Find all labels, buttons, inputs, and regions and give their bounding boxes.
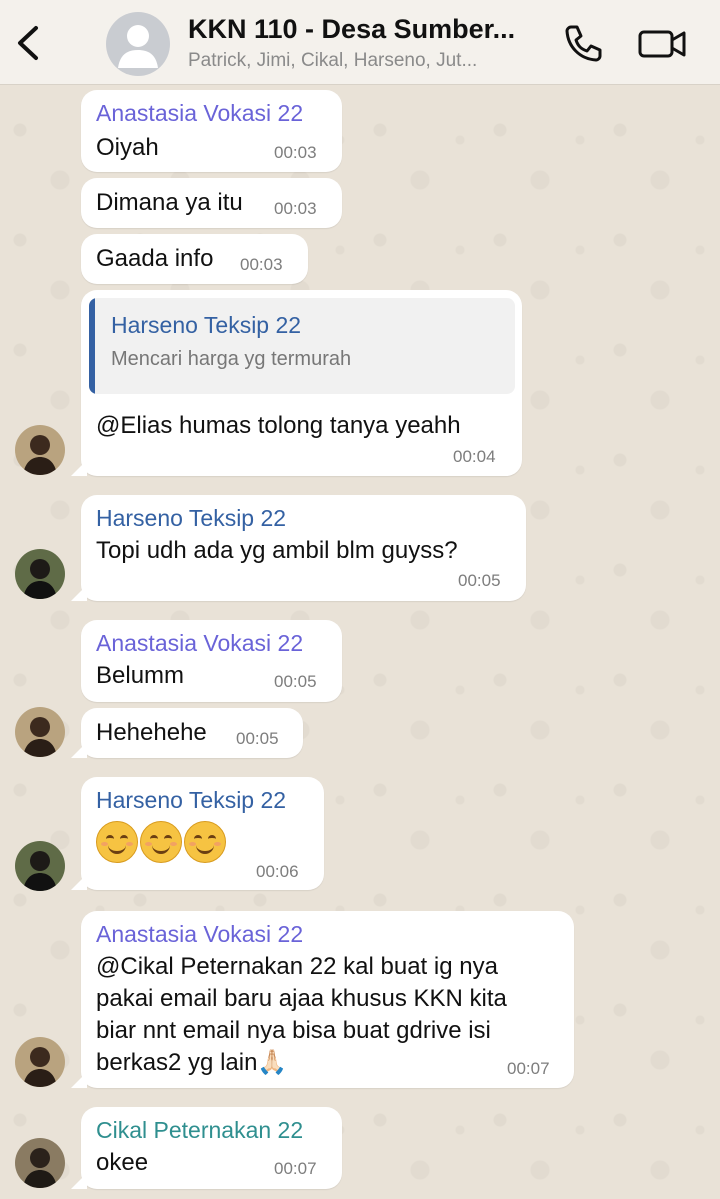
group-placeholder-icon bbox=[118, 25, 158, 68]
sender-name[interactable]: Cikal Peternakan 22 bbox=[96, 1117, 303, 1144]
message-bubble[interactable]: Anastasia Vokasi 22 @Cikal Peternakan 22… bbox=[71, 911, 574, 1088]
message-time: 00:07 bbox=[507, 1059, 550, 1078]
message-line: @Cikal Peternakan 22 kal buat ig nya bbox=[96, 953, 498, 980]
sender-name[interactable]: Anastasia Vokasi 22 bbox=[96, 100, 303, 127]
avatar[interactable] bbox=[15, 425, 65, 475]
video-camera-icon bbox=[638, 30, 686, 58]
smiling-face-icon bbox=[140, 821, 182, 863]
group-avatar[interactable] bbox=[106, 12, 170, 76]
message-time: 00:05 bbox=[458, 571, 501, 590]
message-time: 00:05 bbox=[274, 672, 317, 691]
video-call-button[interactable] bbox=[636, 24, 688, 64]
message-bubble[interactable]: Anastasia Vokasi 22 Oiyah 00:03 bbox=[81, 90, 342, 172]
avatar[interactable] bbox=[15, 549, 65, 599]
quoted-message[interactable]: Harseno Teksip 22 Mencari harga yg termu… bbox=[89, 298, 515, 394]
smiling-face-icon bbox=[184, 821, 226, 863]
message-time: 00:06 bbox=[256, 862, 299, 881]
avatar[interactable] bbox=[15, 707, 65, 757]
user-photo-icon bbox=[15, 707, 65, 757]
sender-name[interactable]: Harseno Teksip 22 bbox=[96, 505, 286, 532]
voice-call-button[interactable] bbox=[562, 22, 604, 64]
message-text: Topi udh ada yg ambil blm guyss? bbox=[96, 537, 458, 564]
message-time: 00:03 bbox=[274, 143, 317, 162]
phone-icon bbox=[565, 25, 602, 62]
message-bubble[interactable]: Dimana ya itu 00:03 bbox=[81, 178, 342, 228]
message-bubble[interactable]: Cikal Peternakan 22 okee 00:07 bbox=[71, 1107, 342, 1189]
avatar[interactable] bbox=[15, 1037, 65, 1087]
message-text: @Elias humas tolong tanya yeahh bbox=[96, 412, 461, 439]
message-line: berkas2 yg lain🙏🏻 bbox=[96, 1049, 288, 1076]
message-bubble[interactable]: Harseno Teksip 22 00:06 bbox=[71, 777, 324, 890]
message-bubble[interactable]: Harseno Teksip 22 Mencari harga yg termu… bbox=[71, 290, 522, 476]
chat-title[interactable]: KKN 110 - Desa Sumber... bbox=[188, 14, 548, 45]
message-line: pakai email baru ajaa khusus KKN kita bbox=[96, 985, 507, 1012]
chevron-left-icon bbox=[18, 26, 38, 60]
user-photo-icon bbox=[15, 1037, 65, 1087]
message-line: biar nnt email nya bisa buat gdrive isi bbox=[96, 1017, 491, 1044]
user-photo-icon bbox=[15, 1138, 65, 1188]
sender-name[interactable]: Anastasia Vokasi 22 bbox=[96, 630, 303, 657]
message-bubble[interactable]: Anastasia Vokasi 22 Belumm 00:05 bbox=[81, 620, 342, 702]
quoted-sender: Harseno Teksip 22 bbox=[111, 312, 302, 338]
message-bubble[interactable]: Hehehehe 00:05 bbox=[71, 708, 303, 758]
message-text: okee bbox=[96, 1149, 149, 1176]
quote-accent-bar bbox=[89, 298, 95, 394]
back-button[interactable] bbox=[12, 22, 44, 64]
message-text: Belumm bbox=[96, 662, 185, 689]
message-time: 00:03 bbox=[240, 255, 283, 274]
message-text: Oiyah bbox=[96, 134, 159, 161]
sender-name[interactable]: Anastasia Vokasi 22 bbox=[96, 921, 303, 948]
message-bubble[interactable]: Harseno Teksip 22 Topi udh ada yg ambil … bbox=[71, 495, 526, 601]
message-bubble[interactable]: Gaada info 00:03 bbox=[81, 234, 308, 284]
avatar[interactable] bbox=[15, 1138, 65, 1188]
message-text: Dimana ya itu bbox=[96, 189, 243, 216]
message-text: Hehehehe bbox=[96, 719, 207, 746]
chat-header: KKN 110 - Desa Sumber... Patrick, Jimi, … bbox=[0, 0, 720, 85]
message-time: 00:05 bbox=[236, 729, 279, 748]
sender-name[interactable]: Harseno Teksip 22 bbox=[96, 787, 286, 814]
message-time: 00:03 bbox=[274, 199, 317, 218]
quoted-text: Mencari harga yg termurah bbox=[111, 348, 352, 370]
user-photo-icon bbox=[15, 549, 65, 599]
user-photo-icon bbox=[15, 425, 65, 475]
user-photo-icon bbox=[15, 841, 65, 891]
smiling-face-icon bbox=[96, 821, 138, 863]
emoji-message bbox=[96, 821, 226, 863]
message-time: 00:04 bbox=[453, 447, 496, 466]
message-text: Gaada info bbox=[96, 245, 214, 272]
chat-members[interactable]: Patrick, Jimi, Cikal, Harseno, Jut... bbox=[188, 50, 548, 72]
avatar[interactable] bbox=[15, 841, 65, 891]
message-time: 00:07 bbox=[274, 1159, 317, 1178]
